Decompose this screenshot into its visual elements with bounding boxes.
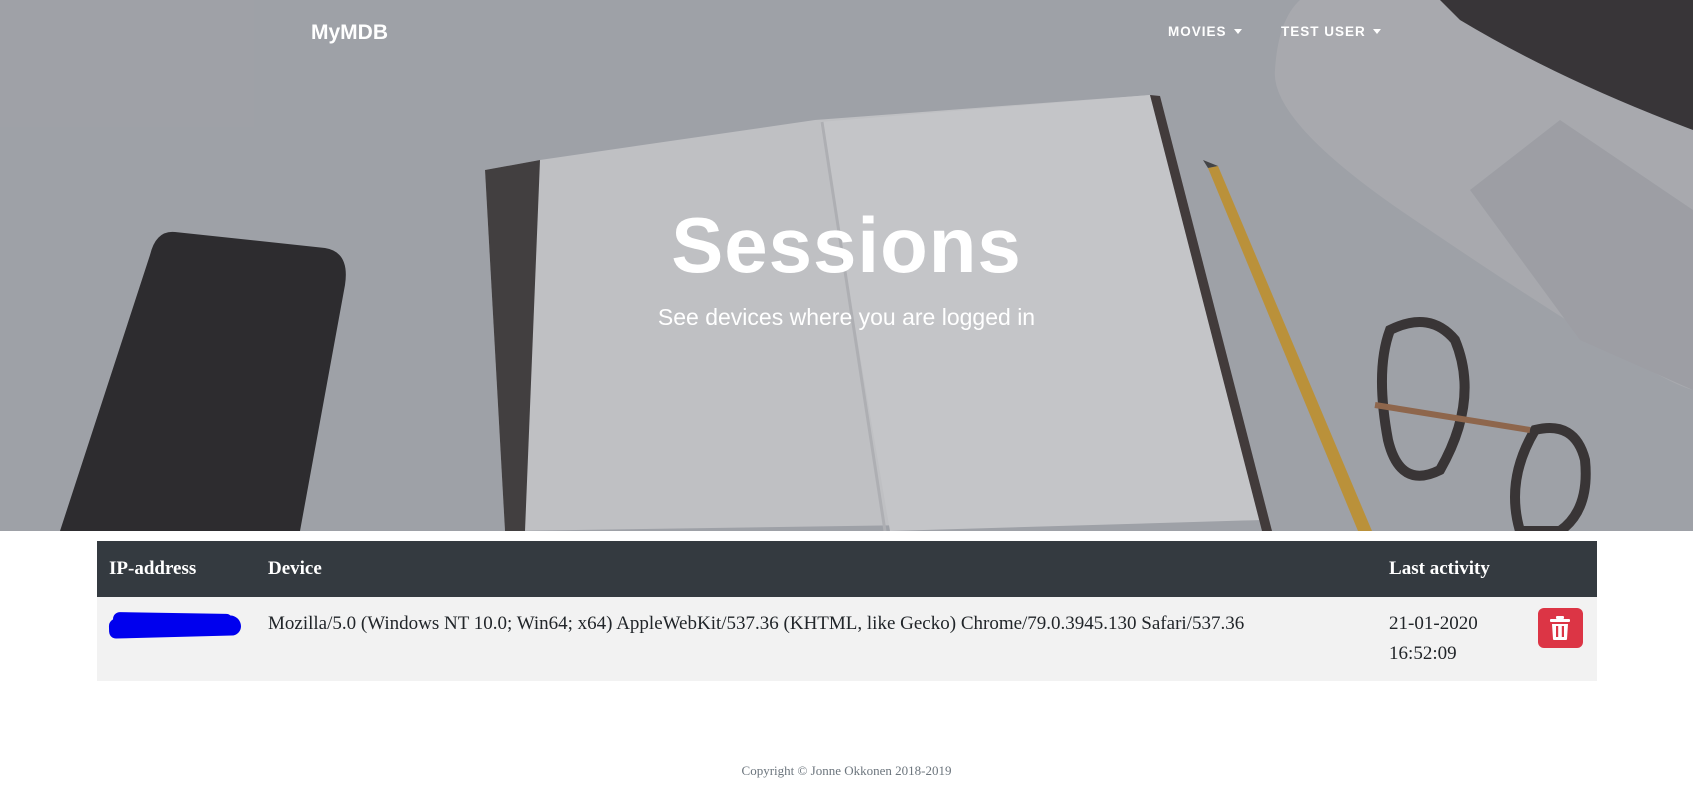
last-activity-cell: 21-01-2020 16:52:09: [1377, 597, 1527, 681]
device-cell: Mozilla/5.0 (Windows NT 10.0; Win64; x64…: [268, 613, 1245, 634]
brand-logo[interactable]: MyMDB: [311, 21, 388, 45]
caret-down-icon: [1233, 29, 1242, 34]
sessions-table: IP-address Device Last activity Mozilla/…: [97, 541, 1597, 681]
column-header-device: Device: [268, 558, 322, 579]
sessions-table-container: IP-address Device Last activity Mozilla/…: [97, 541, 1597, 681]
movies-dropdown[interactable]: MOVIES: [1168, 24, 1242, 39]
table-row: Mozilla/5.0 (Windows NT 10.0; Win64; x64…: [97, 597, 1597, 681]
ip-cell: [97, 597, 256, 681]
table-header-row: IP-address Device Last activity: [97, 541, 1597, 597]
column-header-ip: IP-address: [109, 558, 197, 579]
redacted-ip-address: [108, 609, 244, 639]
top-navbar: MyMDB MOVIES TEST USER: [0, 0, 1693, 66]
user-dropdown[interactable]: TEST USER: [1281, 24, 1381, 39]
column-header-last-activity: Last activity: [1389, 558, 1490, 579]
redaction-scribble: [112, 611, 234, 629]
last-activity-date: 21-01-2020: [1389, 613, 1478, 634]
trash-icon: [1550, 616, 1571, 640]
page-title: Sessions: [671, 201, 1022, 289]
page-subtitle: See devices where you are logged in: [657, 304, 1036, 330]
caret-down-icon: [1372, 29, 1381, 34]
column-header-actions: [1527, 541, 1597, 597]
table-body: Mozilla/5.0 (Windows NT 10.0; Win64; x64…: [97, 597, 1597, 681]
user-dropdown-label: TEST USER: [1281, 24, 1366, 39]
movies-dropdown-label: MOVIES: [1168, 24, 1227, 39]
actions-cell: [1527, 597, 1597, 681]
last-activity-time: 16:52:09: [1389, 643, 1457, 664]
footer-copyright: Copyright © Jonne Okkonen 2018-2019: [741, 763, 952, 778]
hero-header: MyMDB MOVIES TEST USER Sessions See devi…: [0, 0, 1693, 531]
table-header: IP-address Device Last activity: [97, 541, 1597, 597]
delete-session-button[interactable]: [1537, 608, 1583, 648]
